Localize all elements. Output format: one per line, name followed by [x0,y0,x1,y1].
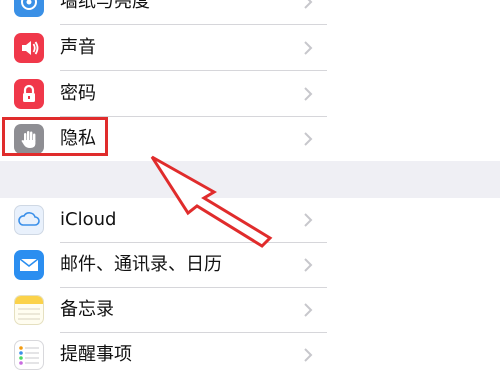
annotation-arrow [150,155,273,248]
